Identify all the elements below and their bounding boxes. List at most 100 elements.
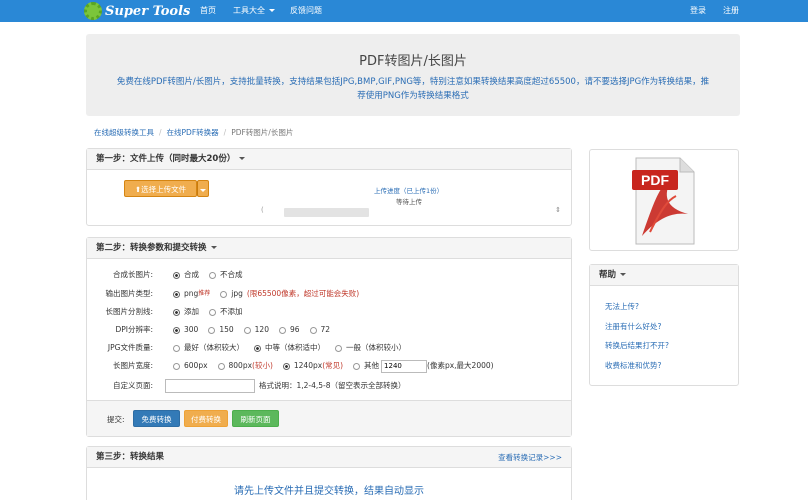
radio-checked-icon [173,308,180,316]
file-name-redacted [284,208,369,217]
format-jpg-label: jpg [231,289,243,298]
step1-header[interactable]: 第一步：文件上传（同时最大20份） [87,149,571,170]
divider-option-add[interactable]: 添加 [173,305,199,319]
divider-none-label: 不添加 [220,307,243,316]
radio-checked-icon [254,344,261,352]
quality-option-mid[interactable]: 中等 （体积适中） [254,341,325,355]
upload-dropdown-toggle[interactable] [197,180,209,197]
dpi-96-label: 96 [289,325,300,334]
help-item-cannot-upload[interactable]: 无法上传? [605,301,639,312]
quality-normal-note: （体积较小） [361,343,406,352]
pages-hint: 格式说明：1,2-4,5-8（留空表示全部转换） [259,381,406,390]
width-other-input[interactable] [381,359,428,373]
gear-logo-icon [84,2,102,20]
nav-feedback[interactable]: 反馈问题 [290,0,322,22]
merge-option-yes[interactable]: 合成 [173,268,199,282]
top-navbar: Super Tools 首页 工具大全 反馈问题 登录 注册 [0,0,808,22]
scroll-arrows-icon[interactable]: ⇕ [555,206,561,214]
page-title: PDF转图片/长图片 [359,54,467,69]
upload-progress-label: 上传进度（已上传1份） [374,187,444,195]
divider-add-label: 添加 [184,307,199,316]
nav-home[interactable]: 首页 [200,0,216,22]
upload-button[interactable]: ⬆选择上传文件 [124,180,197,197]
help-item-cannot-open[interactable]: 转换后结果打不开? [605,340,669,351]
free-convert-button[interactable]: 免费转换 [133,410,180,427]
dpi-option-150[interactable]: 150 [208,323,234,337]
width-option-other[interactable]: 其他 [353,359,379,373]
chevron-down-icon [200,188,206,192]
quality-option-best[interactable]: 最好 （体积较大） [173,341,244,355]
radio-icon [278,326,286,334]
dpi-option-300[interactable]: 300 [173,323,198,337]
history-link[interactable]: 查看转换记录>>> [498,447,562,468]
radio-icon [243,326,251,334]
pages-row: 自定义页面: 格式说明：1,2-4,5-8（留空表示全部转换） [87,379,567,393]
quality-mid-label: 中等 [265,343,280,352]
logo[interactable]: Super Tools [84,1,190,21]
help-item-register-benefits[interactable]: 注册有什么好处? [605,321,661,332]
pages-input[interactable] [165,379,255,393]
radio-icon [173,344,180,352]
breadcrumb: 在线超级转换工具 / 在线PDF转换器 / PDF转图片/长图片 [94,128,294,137]
breadcrumb-pdf-converter[interactable]: 在线PDF转换器 [167,128,219,137]
merge-option-no[interactable]: 不合成 [209,268,243,282]
radio-checked-icon [173,271,180,279]
dpi-120-label: 120 [254,325,269,334]
step1-panel: 第一步：文件上传（同时最大20份） ⬆选择上传文件 上传进度（已上传1份） 等待… [86,148,572,226]
radio-icon [220,290,228,298]
width-option-800[interactable]: 800px (较小) [217,359,273,373]
width-other-label: 其他 [364,361,380,370]
quality-label: JPG文件质量: [107,343,153,352]
step2-title: 第二步：转换参数和提交转换 [96,243,207,253]
format-row: 输出图片类型: png 推荐 jpg (限65500像素，超过可能会失败) [87,287,567,301]
pdf-file-icon: PDF [632,157,695,245]
step3-title: 第三步：转换结果 [96,452,165,462]
dpi-300-label: 300 [184,325,199,334]
radio-icon [335,344,342,352]
nav-login[interactable]: 登录 [690,0,706,22]
quality-normal-label: 一般 [346,343,361,352]
quality-option-normal[interactable]: 一般 （体积较小） [335,341,406,355]
upload-file-list[interactable]: ( ⇕ [257,206,565,218]
quality-row: JPG文件质量: 最好 （体积较大） 中等 （体积适中） 一般 （体积较小） [87,341,567,355]
paid-convert-button[interactable]: 付费转换 [184,410,228,427]
dpi-option-72[interactable]: 72 [309,323,331,337]
step2-header[interactable]: 第二步：转换参数和提交转换 [87,238,571,259]
pdf-icon-panel: PDF [589,149,739,251]
radio-icon [208,326,216,334]
step1-title: 第一步：文件上传（同时最大20份） [96,154,236,164]
width-option-1240[interactable]: 1240px (常见) [282,359,343,373]
quality-mid-note: （体积适中） [280,343,325,352]
width-1240-label: 1240px [293,361,323,370]
help-item-pricing[interactable]: 收费标准和优势? [605,360,661,371]
help-header[interactable]: 帮助 [590,265,738,286]
dpi-option-120[interactable]: 120 [243,323,269,337]
dpi-option-96[interactable]: 96 [278,323,300,337]
dpi-72-label: 72 [320,325,331,334]
radio-icon [217,362,225,370]
width-row: 长图片宽度: 600px 800px(较小) 1240px(常见) 其他 (像素… [87,359,567,373]
chevron-down-icon [269,9,275,12]
width-option-600[interactable]: 600px [173,359,208,373]
merge-option-yes-label: 合成 [184,270,199,279]
format-option-jpg[interactable]: jpg (限65500像素，超过可能会失败) [220,287,359,301]
pages-label: 自定义页面: [112,381,153,390]
radio-icon [209,271,216,279]
divider-option-none[interactable]: 不添加 [209,305,243,319]
step3-header: 第三步：转换结果 查看转换记录>>> [87,447,571,468]
nav-tools-label: 工具大全 [233,6,265,15]
help-panel: 帮助 无法上传? 注册有什么好处? 转换后结果打不开? 收费标准和优势? [589,264,739,386]
merge-option-no-label: 不合成 [220,270,243,279]
breadcrumb-home[interactable]: 在线超级转换工具 [94,128,154,137]
help-title: 帮助 [599,270,617,280]
width-600-label: 600px [184,361,208,370]
quality-best-note: （体积较大） [199,343,244,352]
nav-register[interactable]: 注册 [723,0,739,22]
nav-tools-dropdown[interactable]: 工具大全 [233,0,275,22]
file-list-placeholder: ( [261,206,264,214]
upload-button-label: 选择上传文件 [141,185,187,194]
chevron-down-icon [239,157,246,160]
format-option-png[interactable]: png 推荐 [173,287,210,301]
refresh-page-button[interactable]: 刷新页面 [232,410,279,427]
width-800-note: (较小) [252,361,273,370]
